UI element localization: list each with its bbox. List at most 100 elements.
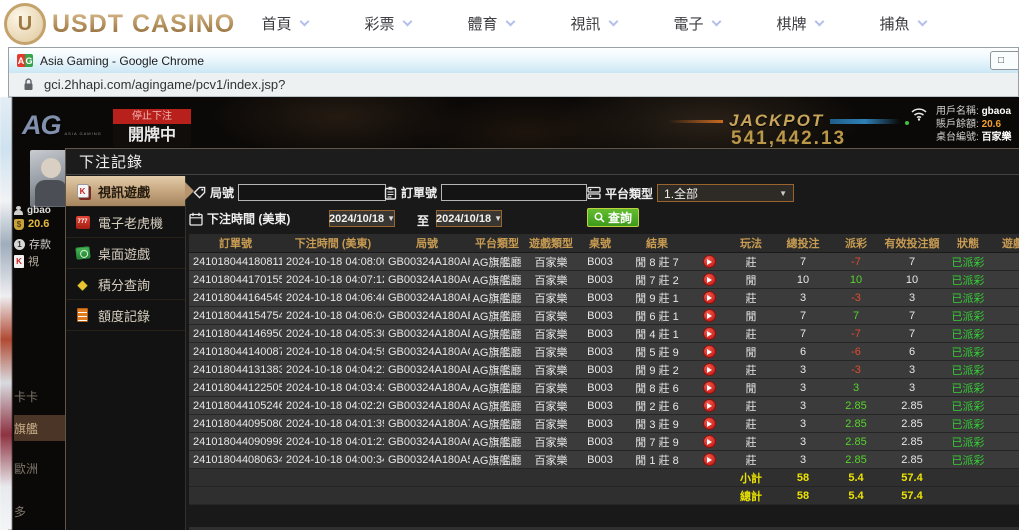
game-cell: 百家樂 [524,307,578,324]
status-cell: 已派彩 [942,397,994,414]
play-video-button[interactable] [703,345,716,358]
nav-item-2[interactable]: 彩票 [336,0,439,47]
time-cell: 2024-10-18 04:07:12 [282,271,384,288]
replay-cell [692,433,726,450]
order-cell: 241018044146950 [189,325,282,342]
window-restore-button[interactable]: □ [990,51,1019,70]
empty-cell [189,487,282,504]
nav-item-label: 體育 [467,13,497,34]
payout-cell: 2.85 [830,415,882,432]
play-video-button[interactable] [703,291,716,304]
sidebar-item-1[interactable]: K視訊遊戲 [66,176,185,207]
empty-cell [942,469,994,486]
nav-item-3[interactable]: 體育 [439,0,542,47]
balance-value: 20.6 [982,119,1001,130]
status-cell: 已派彩 [942,343,994,360]
sidebar-item-label: 額度記錄 [98,306,150,325]
username-line: 用戶名稱: gbaoa [936,105,1019,118]
bet-time-label: 下注時間 (美東) [207,210,290,227]
payout-cell: -7 [830,253,882,270]
nav-item-6[interactable]: 棋牌 [748,0,851,47]
play-video-button[interactable] [703,273,716,286]
chrome-address-bar[interactable]: gci.2hhapi.com/agingame/pcv1/index.jsp? [8,73,1019,97]
bg-menu-item-label: 歐洲 [14,460,38,477]
casino-header: U USDT CASINO 首頁彩票 體育 視訊 電子 棋牌捕魚 [0,0,1019,47]
play-video-button[interactable] [703,327,716,340]
empty-cell [384,487,470,504]
result-cell: 閒 5 莊 9 [622,343,692,360]
payout-cell: 2.85 [830,451,882,468]
modal-sidebar: K視訊遊戲777電子老虎機桌面遊戲◆積分查詢額度記錄 [66,176,186,530]
nav-item-5[interactable]: 電子 [645,0,748,47]
order-cell: 241018044170155 [189,271,282,288]
play-video-button[interactable] [703,381,716,394]
valid-bet-cell: 6 [882,343,942,360]
coin-icon: 1 [14,239,25,250]
date-from-select[interactable]: 2024/10/18 ▼ [329,210,395,227]
favicon-letter-a: A [17,54,25,67]
bet-records-table: 訂單號下注時間 (美東)局號平台類型遊戲類型桌號結果玩法總投注派彩有效投注額狀態… [189,234,1019,530]
empty-cell [994,469,1019,486]
payout-cell: 2.85 [830,433,882,450]
logo-text: USDT CASINO [52,10,235,39]
video-cell: - [994,433,1019,450]
status-cell: 已派彩 [942,379,994,396]
video-cell: - [994,451,1019,468]
replay-cell [692,379,726,396]
game-cell: 百家樂 [524,397,578,414]
play-video-button[interactable] [703,399,716,412]
sidebar-item-3[interactable]: 桌面遊戲 [66,238,185,269]
order-input[interactable] [441,184,587,201]
valid-bet-cell: 2.85 [882,451,942,468]
casino-logo-link[interactable]: U USDT CASINO [4,1,235,47]
total-bet-cell: 7 [776,253,830,270]
nav-item-4[interactable]: 視訊 [542,0,645,47]
table-header-row: 訂單號下注時間 (美東)局號平台類型遊戲類型桌號結果玩法總投注派彩有效投注額狀態… [189,234,1019,253]
nav-item-7[interactable]: 捕魚 [851,0,954,47]
table-row: 2410180441400872024-10-18 04:04:59GB0032… [189,343,1019,361]
nav-item-1[interactable]: 首頁 [233,0,336,47]
date-to-select[interactable]: 2024/10/18 ▼ [436,210,502,227]
play-type-cell: 莊 [726,415,776,432]
round-input[interactable] [238,184,386,201]
game-cell: 百家樂 [524,361,578,378]
play-video-button[interactable] [703,309,716,322]
platform-select[interactable]: 1.全部 ▼ [657,184,794,202]
play-video-button[interactable] [703,255,716,268]
sidebar-item-5[interactable]: 額度記錄 [66,300,185,331]
platform-cell: AG旗艦廳 [470,307,524,324]
play-video-button[interactable] [703,363,716,376]
play-video-button[interactable] [703,453,716,466]
play-video-button[interactable] [703,435,716,448]
play-type-cell: 莊 [726,397,776,414]
order-cell: 241018044105246 [189,397,282,414]
ag-favicon-icon: A G [17,54,33,67]
logo-initial: U [18,13,32,36]
empty-cell [189,469,282,486]
platform-cell: AG旗艦廳 [470,415,524,432]
column-header-4: 平台類型 [470,234,524,252]
sidebar-item-2[interactable]: 777電子老虎機 [66,207,185,238]
play-type-cell: 莊 [726,253,776,270]
table-no-cell: B003 [578,307,622,324]
replay-cell [692,307,726,324]
video-cell: - [994,325,1019,342]
valid-bet-cell: 3 [882,289,942,306]
user-info-panel: 用戶名稱: gbaoa 賬戶餘額: 20.6 桌台編號: 百家樂 [936,105,1019,144]
order-cell: 241018044131383 [189,361,282,378]
chevron-down-icon [917,17,927,27]
total-bet-cell: 6 [776,343,830,360]
total-bet-cell: 3 [776,361,830,378]
platform-cell: AG旗艦廳 [470,361,524,378]
chevron-down-icon [711,17,721,27]
video-cell: - [994,343,1019,360]
play-video-button[interactable] [703,417,716,430]
magnifier-icon [594,212,605,223]
filters-bar: 局號 訂單號 [187,176,1019,234]
sidebar-item-4[interactable]: ◆積分查詢 [66,269,185,300]
play-type-cell: 莊 [726,361,776,378]
play-icon [707,349,712,355]
total-bet-cell: 3 [776,433,830,450]
search-button[interactable]: 查詢 [587,208,639,227]
nav-item-label: 電子 [673,13,703,34]
